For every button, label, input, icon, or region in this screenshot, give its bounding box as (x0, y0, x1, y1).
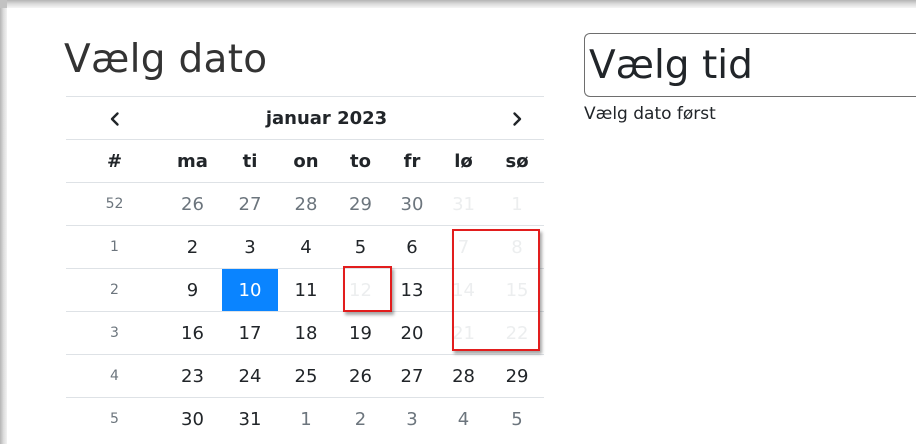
day-cell[interactable]: 27 (222, 182, 278, 226)
day-cell[interactable]: 16 (163, 311, 222, 355)
day-cell: 7 (437, 225, 491, 269)
day-cell[interactable]: 28 (437, 354, 491, 398)
day-cell[interactable]: 1 (278, 397, 334, 440)
day-cell: 15 (490, 268, 545, 312)
day-cell[interactable]: 4 (437, 397, 491, 440)
window-frame-top (0, 0, 916, 8)
day-cell[interactable]: 3 (222, 225, 278, 269)
day-cell[interactable]: 6 (387, 225, 437, 269)
weekday-header: sø (490, 139, 545, 183)
week-number: 5 (66, 397, 163, 440)
calendar-week-row: 3 16 17 18 19 20 21 22 (66, 311, 545, 355)
weekday-header: lø (437, 139, 491, 183)
day-cell[interactable]: 13 (387, 268, 437, 312)
day-cell[interactable]: 2 (163, 225, 222, 269)
week-number: 2 (66, 268, 163, 312)
selected-day-cell[interactable]: 10 (222, 268, 278, 312)
weekday-header: on (278, 139, 334, 183)
day-cell[interactable]: 29 (490, 354, 545, 398)
day-cell[interactable]: 20 (387, 311, 437, 355)
day-cell[interactable]: 11 (278, 268, 334, 312)
day-cell[interactable]: 5 (334, 225, 387, 269)
weekday-header: to (334, 139, 387, 183)
day-cell: 31 (437, 182, 491, 226)
chevron-right-icon (513, 111, 522, 126)
weekday-header-row: # ma ti on to fr lø sø (66, 139, 545, 183)
day-cell[interactable]: 30 (387, 182, 437, 226)
day-cell[interactable]: 18 (278, 311, 334, 355)
calendar-week-row: 52 26 27 28 29 30 31 1 (66, 182, 545, 226)
window-frame-left (0, 0, 7, 444)
calendar: januar 2023 # ma ti on to fr lø sø 52 26 2… (66, 96, 545, 440)
day-cell[interactable]: 26 (163, 182, 222, 226)
day-cell: 12 (334, 268, 387, 312)
day-cell[interactable]: 4 (278, 225, 334, 269)
prev-month-button[interactable] (66, 96, 163, 140)
next-month-button[interactable] (490, 96, 545, 140)
day-cell: 8 (490, 225, 545, 269)
day-cell[interactable]: 25 (278, 354, 334, 398)
calendar-table: januar 2023 # ma ti on to fr lø sø 52 26 2… (66, 96, 545, 440)
day-cell: 22 (490, 311, 545, 355)
calendar-week-row: 5 30 31 1 2 3 4 5 (66, 397, 545, 440)
time-select-input[interactable] (584, 33, 916, 97)
day-cell[interactable]: 29 (334, 182, 387, 226)
week-number: 3 (66, 311, 163, 355)
calendar-nav: januar 2023 (66, 96, 545, 140)
time-hint: Vælg dato først (584, 104, 716, 124)
week-number: 52 (66, 182, 163, 226)
date-picker-title: Vælg dato (64, 37, 268, 82)
day-cell[interactable]: 24 (222, 354, 278, 398)
day-cell[interactable]: 31 (222, 397, 278, 440)
day-cell[interactable]: 2 (334, 397, 387, 440)
weekday-header: fr (387, 139, 437, 183)
day-cell[interactable]: 27 (387, 354, 437, 398)
day-cell[interactable]: 17 (222, 311, 278, 355)
calendar-week-row: 12345678 (66, 225, 545, 269)
window-frame-corner (0, 0, 7, 8)
calendar-week-row: 2 9 10 11 12 13 14 15 (66, 268, 545, 312)
week-number: 4 (66, 354, 163, 398)
day-cell: 14 (437, 268, 491, 312)
week-number: 1 (66, 225, 163, 269)
calendar-week-row: 4 23 24 25 26 27 28 29 (66, 354, 545, 398)
day-cell[interactable]: 19 (334, 311, 387, 355)
weekday-header: ma (163, 139, 222, 183)
day-cell[interactable]: 3 (387, 397, 437, 440)
day-cell: 1 (490, 182, 545, 226)
calendar-body: 52 26 27 28 29 30 31 1 1 2 3 4 5 6 7 8 2 9 10 11 12 13 14 15 3 16… (66, 182, 545, 440)
day-cell: 21 (437, 311, 491, 355)
day-cell[interactable]: 30 (163, 397, 222, 440)
day-cell[interactable]: 28 (278, 182, 334, 226)
day-cell[interactable]: 9 (163, 268, 222, 312)
day-cell[interactable]: 23 (163, 354, 222, 398)
month-label[interactable]: januar 2023 (163, 96, 491, 140)
weekday-header: ti (222, 139, 278, 183)
day-cell[interactable]: 5 (490, 397, 545, 440)
week-number-header: # (66, 139, 163, 183)
chevron-left-icon (110, 111, 119, 126)
day-cell[interactable]: 26 (334, 354, 387, 398)
